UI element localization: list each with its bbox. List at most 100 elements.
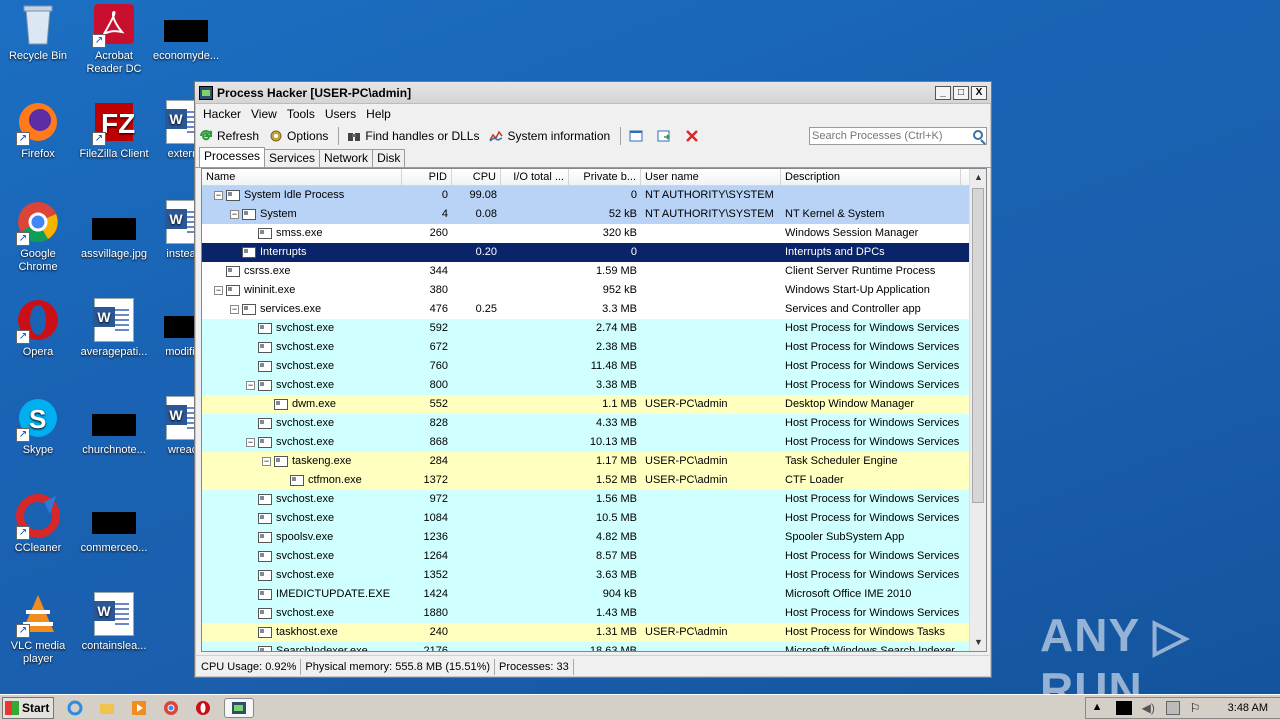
maximize-button[interactable]: □ — [953, 85, 969, 100]
process-row[interactable]: − svchost.exe 868 10.13 MB Host Process for … — [202, 433, 969, 452]
menu-help[interactable]: Help — [362, 107, 397, 121]
taskbar-ie[interactable] — [64, 698, 86, 718]
process-row[interactable]: IMEDICTUPDATE.EXE 1424 904 kB Microsoft Off… — [202, 585, 969, 604]
network-icon[interactable] — [1165, 700, 1180, 715]
menu-tools[interactable]: Tools — [283, 107, 321, 121]
desktop-icon-assvillage[interactable]: assvillage.jpg — [76, 200, 152, 261]
taskbar-chrome[interactable] — [160, 698, 182, 718]
process-row[interactable]: svchost.exe 592 2.74 MB Host Process for Wi… — [202, 319, 969, 338]
collapse-toggle-icon[interactable]: − — [246, 381, 255, 390]
process-row[interactable]: − System 4 0.08 52 kB NT AUTHORITY\SYSTEM NT K… — [202, 205, 969, 224]
start-button[interactable]: Start — [2, 696, 54, 719]
menu-hacker[interactable]: Hacker — [199, 107, 247, 121]
desktop-icon-vlc-media-player[interactable]: ↗ VLC media player — [0, 592, 76, 666]
desktop-icon-skype[interactable]: S ↗ Skype — [0, 396, 76, 457]
scroll-up-arrow[interactable]: ▲ — [970, 169, 986, 186]
tab-processes[interactable]: Processes — [199, 147, 266, 167]
column-cpu[interactable]: CPU — [452, 169, 501, 185]
process-row[interactable]: svchost.exe 1084 10.5 MB Host Process for W… — [202, 509, 969, 528]
process-row[interactable]: svchost.exe 1264 8.57 MB Host Process for W… — [202, 547, 969, 566]
process-row[interactable]: smss.exe 260 320 kB Windows Session Manager — [202, 224, 969, 243]
process-row[interactable]: svchost.exe 828 4.33 MB Host Process for Wi… — [202, 414, 969, 433]
scroll-thumb[interactable] — [972, 188, 984, 503]
desktop-icon-acrobat-reader[interactable]: ↗ Acrobat Reader DC — [76, 2, 152, 76]
desktop-icon-containslea[interactable]: Wcontainslea... — [76, 592, 152, 653]
find-handles-button[interactable]: Find handles or DLLs — [347, 129, 479, 143]
process-row[interactable]: ctfmon.exe 1372 1.52 MB USER-PC\admin CTF Lo… — [202, 471, 969, 490]
action-center-flag-icon[interactable]: ⚐ — [1190, 701, 1204, 715]
title-bar[interactable]: Process Hacker [USER-PC\admin] _ □ X — [195, 82, 991, 104]
process-row[interactable]: csrss.exe 344 1.59 MB Client Server Runtime… — [202, 262, 969, 281]
desktop-icon-economyde[interactable]: economyde... — [148, 2, 224, 63]
show-hidden-icons-icon[interactable]: ▲ — [1092, 701, 1106, 715]
column-name[interactable]: Name — [202, 169, 402, 185]
desktop-icon-opera[interactable]: ↗ Opera — [0, 298, 76, 359]
terminate-button[interactable] — [685, 129, 703, 143]
process-row[interactable]: svchost.exe 672 2.38 MB Host Process for Wi… — [202, 338, 969, 357]
scroll-down-arrow[interactable]: ▼ — [970, 634, 986, 651]
process-row[interactable]: − svchost.exe 800 3.38 MB Host Process for W… — [202, 376, 969, 395]
collapse-toggle-icon[interactable]: − — [246, 438, 255, 447]
process-pid: 1424 — [423, 588, 448, 600]
process-row[interactable]: svchost.exe 972 1.56 MB Host Process for Wi… — [202, 490, 969, 509]
collapse-toggle-icon[interactable]: − — [230, 210, 239, 219]
process-row[interactable]: spoolsv.exe 1236 4.82 MB Spooler SubSystem … — [202, 528, 969, 547]
process-row[interactable]: − taskeng.exe 284 1.17 MB USER-PC\admin Task … — [202, 452, 969, 471]
tab-disk[interactable]: Disk — [372, 149, 406, 167]
column-pid[interactable]: PID — [402, 169, 452, 185]
column-description[interactable]: Description — [781, 169, 961, 185]
desktop-icon-label: CCleaner — [14, 542, 62, 554]
process-row[interactable]: SearchIndexer.exe 2176 18.63 MB Microsoft W… — [202, 642, 969, 651]
desktop-icon-churchnote[interactable]: churchnote... — [76, 396, 152, 457]
collapse-toggle-icon[interactable]: − — [262, 457, 271, 466]
process-row[interactable]: Interrupts 0.20 0 Interrupts and DPCs — [202, 243, 969, 262]
tray-black-icon[interactable] — [1115, 700, 1132, 715]
taskbar-process-hacker[interactable] — [224, 697, 254, 718]
process-row[interactable]: svchost.exe 1880 1.43 MB Host Process for W… — [202, 604, 969, 623]
collapse-toggle-icon[interactable]: − — [214, 286, 223, 295]
column-private-bytes[interactable]: Private b... — [569, 169, 641, 185]
vertical-scrollbar[interactable]: ▲ ▼ — [969, 169, 986, 651]
menu-users[interactable]: Users — [321, 107, 362, 121]
desktop-icon-google-chrome[interactable]: ↗ Google Chrome — [0, 200, 76, 274]
process-row[interactable]: − wininit.exe 380 952 kB Windows Start-Up Ap… — [202, 281, 969, 300]
process-io-total — [501, 281, 569, 300]
desktop-icon-firefox[interactable]: ↗ Firefox — [0, 100, 76, 161]
taskbar-media-player[interactable] — [128, 698, 150, 718]
tab-services[interactable]: Services — [264, 149, 321, 167]
process-name: svchost.exe — [276, 436, 335, 448]
find-window-button[interactable] — [657, 129, 675, 143]
menu-view[interactable]: View — [247, 107, 283, 121]
clock[interactable]: 3:48 AM — [1228, 702, 1268, 714]
volume-icon[interactable]: ◀) — [1142, 701, 1156, 715]
taskbar-opera[interactable] — [192, 698, 214, 718]
process-row[interactable]: dwm.exe 552 1.1 MB USER-PC\admin Desktop Win… — [202, 395, 969, 414]
search-input[interactable] — [810, 128, 966, 144]
desktop-icon-filezilla[interactable]: FZ ↗ FileZilla Client — [76, 100, 152, 161]
process-row[interactable]: − services.exe 476 0.25 3.3 MB Services and C… — [202, 300, 969, 319]
process-row[interactable]: svchost.exe 1352 3.63 MB Host Process for W… — [202, 566, 969, 585]
desktop-icon-commerceo[interactable]: commerceo... — [76, 494, 152, 555]
process-row[interactable]: − System Idle Process 0 99.08 0 NT AUTHORITY\… — [202, 186, 969, 205]
column-user-name[interactable]: User name — [641, 169, 781, 185]
minimize-button[interactable]: _ — [935, 85, 951, 100]
desktop-icon-averagepati[interactable]: Waveragepati... — [76, 298, 152, 359]
refresh-button[interactable]: Refresh — [199, 129, 259, 143]
options-button[interactable]: Options — [269, 129, 328, 143]
tab-network[interactable]: Network — [319, 149, 374, 167]
process-row[interactable]: taskhost.exe 240 1.31 MB USER-PC\admin Host … — [202, 623, 969, 642]
system-information-button[interactable]: System information — [489, 129, 610, 143]
collapse-toggle-icon[interactable]: − — [230, 305, 239, 314]
desktop-icon-ccleaner[interactable]: ↗ CCleaner — [0, 494, 76, 555]
process-icon — [258, 342, 272, 353]
collapse-toggle-icon[interactable]: − — [214, 191, 223, 200]
desktop-icon-recycle-bin[interactable]: Recycle Bin — [0, 2, 76, 63]
close-button[interactable]: X — [971, 85, 987, 100]
process-row[interactable]: svchost.exe 760 11.48 MB Host Process for W… — [202, 357, 969, 376]
column-io-total[interactable]: I/O total ... — [501, 169, 569, 185]
taskbar-explorer[interactable] — [96, 698, 118, 718]
search-icon[interactable] — [973, 130, 983, 140]
window-view-button[interactable] — [629, 129, 647, 143]
process-icon — [242, 209, 256, 220]
search-processes-box[interactable] — [809, 127, 987, 145]
